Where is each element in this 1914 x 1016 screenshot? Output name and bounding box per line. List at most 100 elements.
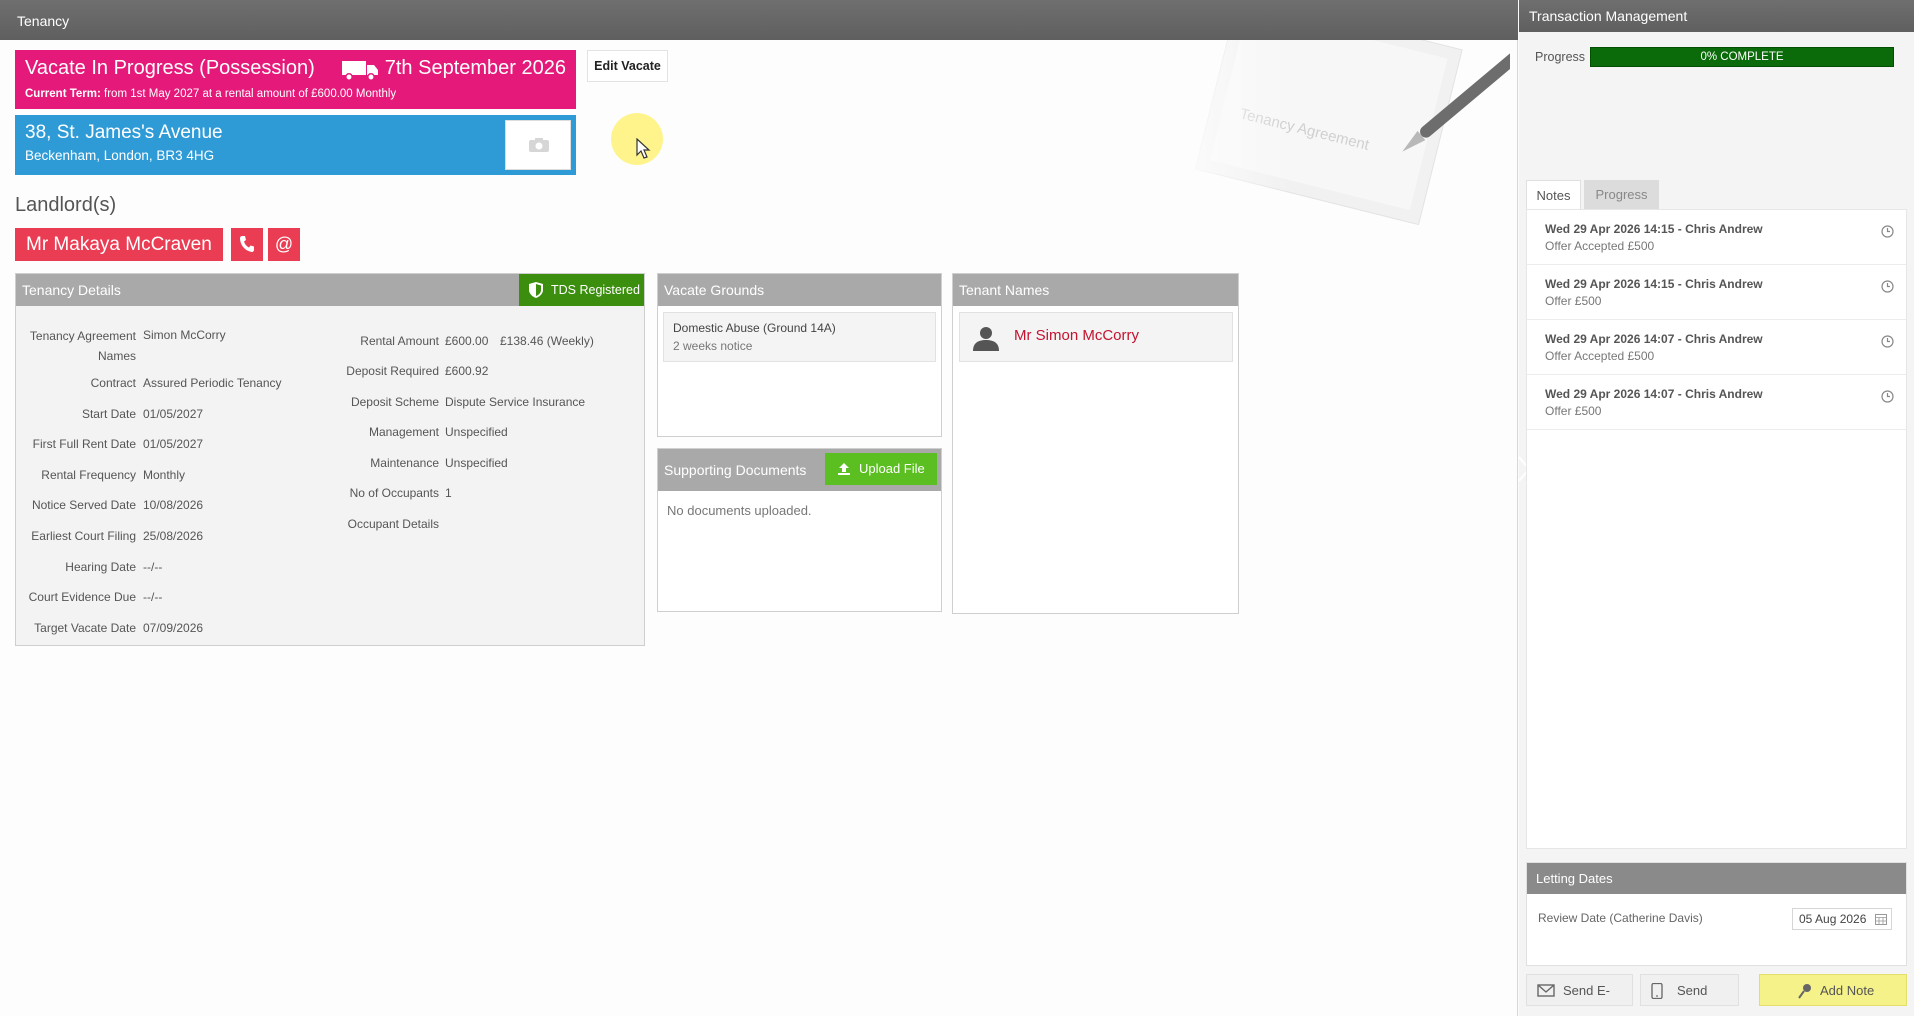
tab-progress[interactable]: Progress (1584, 180, 1659, 210)
field-label: Target Vacate Date (34, 621, 136, 635)
landlords-heading: Landlord(s) (15, 194, 117, 216)
note-header: Wed 29 Apr 2026 14:15 - Chris Andrew (1545, 222, 1763, 236)
clock-icon (1881, 225, 1894, 238)
field-value: --/-- (143, 590, 163, 604)
field-value: 01/05/2027 (143, 437, 204, 451)
notes-list: Wed 29 Apr 2026 14:15 - Chris Andrew Off… (1526, 209, 1907, 849)
tds-registered-label: TDS Registered (551, 283, 640, 297)
note-item[interactable]: Wed 29 Apr 2026 14:15 - Chris Andrew Off… (1527, 265, 1906, 320)
window-title: Tenancy (0, 0, 1518, 40)
clock-icon (1881, 280, 1894, 293)
field-label: Maintenance (370, 456, 439, 470)
add-note-label: Add Note (1820, 983, 1875, 998)
vacate-ground-name: Domestic Abuse (Ground 14A) (673, 321, 836, 335)
field-label: No of Occupants (349, 486, 439, 500)
edit-vacate-button[interactable]: Edit Vacate (587, 50, 668, 82)
tab-notes[interactable]: Notes (1526, 180, 1581, 210)
vacate-grounds-title: Vacate Grounds (658, 274, 941, 306)
tenant-names-title: Tenant Names (953, 274, 1238, 306)
address-line2: Beckenham, London, BR3 4HG (25, 148, 215, 163)
field-label: Management (368, 425, 439, 439)
note-header: Wed 29 Apr 2026 14:07 - Chris Andrew (1545, 332, 1763, 346)
send-sms-button[interactable]: Send SMS (1640, 974, 1739, 1016)
field-label: Start Date (81, 407, 136, 421)
vacate-status-title: Vacate In Progress (Possession) (25, 57, 315, 79)
landlord-email-button[interactable]: @ (268, 228, 300, 261)
note-body: Offer Accepted £500 (1545, 239, 1655, 253)
vacate-grounds-panel: Vacate Grounds Domestic Abuse (Ground 14… (657, 273, 942, 437)
truck-icon (342, 61, 378, 81)
field-value: 01/05/2027 (143, 407, 204, 421)
field-value: 07/09/2026 (143, 621, 204, 635)
review-date-value: 05 Aug 2026 (1799, 912, 1867, 926)
tenant-name-link[interactable]: Mr Simon McCorry (1014, 327, 1139, 344)
landlord-name-button[interactable]: Mr Makaya McCraven (15, 228, 223, 261)
pin-icon (1798, 984, 1811, 999)
envelope-icon (1537, 984, 1555, 997)
send-email-label: Send E-Mail (1563, 983, 1610, 1016)
field-label: Rental Amount (360, 334, 439, 348)
field-label: Rental Frequency (41, 468, 136, 482)
field-label: Deposit Required (346, 364, 439, 378)
field-value: Monthly (143, 468, 186, 482)
property-photo[interactable] (505, 120, 571, 170)
current-term-text: from 1st May 2027 at a rental amount of … (104, 88, 397, 100)
field-label: Occupant Details (347, 517, 439, 531)
tenancy-details-panel: Tenancy Details TDS Registered Tenancy A… (15, 273, 645, 646)
send-sms-label: Send SMS (1677, 983, 1708, 1016)
no-documents-text: No documents uploaded. (667, 503, 812, 518)
mouse-cursor-icon (636, 138, 651, 159)
landlord-phone-button[interactable] (231, 228, 263, 261)
field-label: Deposit Scheme (350, 395, 439, 409)
progress-text: 0% COMPLETE (1700, 51, 1784, 63)
field-label: Contract (90, 376, 136, 390)
supporting-documents-panel: Supporting Documents Upload File No docu… (657, 448, 942, 612)
phone-icon (240, 236, 254, 252)
upload-file-label: Upload File (859, 461, 925, 476)
tenant-names-panel: Tenant Names Mr Simon McCorry (952, 273, 1239, 614)
tenant-item[interactable]: Mr Simon McCorry (959, 312, 1233, 362)
camera-icon (529, 138, 549, 152)
field-value: £600.00 (445, 334, 489, 348)
field-value: Unspecified (445, 456, 508, 470)
field-value: Dispute Service Insurance (445, 395, 586, 409)
field-value: Assured Periodic Tenancy (143, 376, 282, 390)
field-value: --/-- (143, 560, 163, 574)
progress-bar: 0% COMPLETE (1590, 47, 1894, 67)
transaction-management-panel: Transaction Management Progress 0% COMPL… (1518, 0, 1914, 1016)
field-label: Earliest Court Filing (31, 529, 136, 543)
add-note-button[interactable]: Add Note (1759, 974, 1907, 1006)
review-date-field[interactable]: 05 Aug 2026 (1792, 908, 1892, 930)
side-panel-title: Transaction Management (1519, 0, 1914, 32)
tenancy-agreement-image: Tenancy Agreement (1170, 40, 1510, 240)
tds-registered-badge: TDS Registered (519, 274, 644, 306)
note-item[interactable]: Wed 29 Apr 2026 14:07 - Chris Andrew Off… (1527, 320, 1906, 375)
upload-icon (838, 463, 850, 475)
field-label: Court Evidence Due (28, 590, 136, 604)
mobile-phone-icon (1651, 983, 1663, 999)
field-label: First Full Rent Date (32, 437, 136, 451)
current-term: Current Term: from 1st May 2027 at a ren… (25, 88, 396, 100)
calendar-icon[interactable] (1875, 913, 1887, 925)
note-body: Offer £500 (1545, 294, 1602, 308)
field-value: £600.92 (445, 364, 489, 378)
letting-dates-title: Letting Dates (1527, 863, 1906, 894)
send-email-button[interactable]: Send E-Mail (1526, 974, 1633, 1016)
vacate-date: 7th September 2026 (384, 57, 566, 79)
address-line1: 38, St. James's Avenue (25, 122, 223, 143)
review-date-label: Review Date (Catherine Davis) (1538, 911, 1703, 925)
field-value: Unspecified (445, 425, 508, 439)
note-item[interactable]: Wed 29 Apr 2026 14:15 - Chris Andrew Off… (1527, 210, 1906, 265)
vacate-ground-item[interactable]: Domestic Abuse (Ground 14A) 2 weeks noti… (663, 312, 936, 362)
note-body: Offer Accepted £500 (1545, 349, 1655, 363)
note-body: Offer £500 (1545, 404, 1602, 418)
current-term-label: Current Term: (25, 88, 101, 100)
progress-label: Progress (1535, 50, 1586, 64)
person-icon (973, 327, 999, 351)
field-value: 25/08/2026 (143, 529, 204, 543)
note-item[interactable]: Wed 29 Apr 2026 14:07 - Chris Andrew Off… (1527, 375, 1906, 430)
note-header: Wed 29 Apr 2026 14:07 - Chris Andrew (1545, 387, 1763, 401)
letting-dates-panel: Letting Dates Review Date (Catherine Dav… (1526, 862, 1907, 966)
property-address-card[interactable]: 38, St. James's Avenue Beckenham, London… (15, 115, 576, 175)
upload-file-button[interactable]: Upload File (825, 453, 937, 485)
